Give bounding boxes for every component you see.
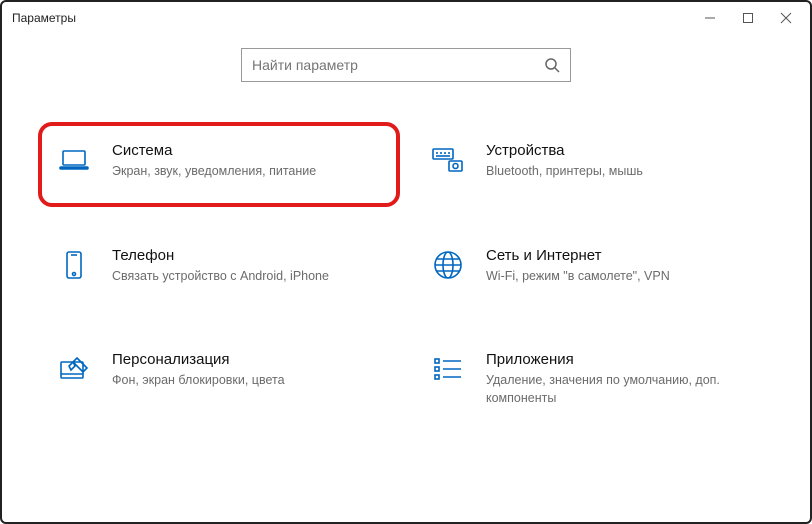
tile-system[interactable]: Система Экран, звук, уведомления, питани… — [38, 122, 400, 207]
tile-title: Система — [112, 142, 382, 159]
tile-phone[interactable]: Телефон Связать устройство с Android, iP… — [42, 237, 396, 296]
tile-desc: Удаление, значения по умолчанию, доп. ко… — [486, 372, 756, 407]
tile-desc: Wi-Fi, режим "в самолете", VPN — [486, 268, 756, 286]
tile-devices[interactable]: Устройства Bluetooth, принтеры, мышь — [416, 132, 770, 191]
window-title: Параметры — [12, 11, 76, 25]
tile-apps[interactable]: Приложения Удаление, значения по умолчан… — [416, 341, 770, 417]
search-icon — [544, 57, 560, 73]
tile-desc: Bluetooth, принтеры, мышь — [486, 163, 756, 181]
window-controls — [702, 10, 800, 26]
search-box[interactable] — [241, 48, 571, 82]
tile-title: Персонализация — [112, 351, 382, 368]
minimize-button[interactable] — [702, 10, 718, 26]
settings-grid: Система Экран, звук, уведомления, питани… — [2, 82, 810, 437]
tile-title: Приложения — [486, 351, 756, 368]
search-input[interactable] — [252, 57, 544, 73]
tile-title: Телефон — [112, 247, 382, 264]
laptop-icon — [56, 142, 92, 178]
close-button[interactable] — [778, 10, 794, 26]
tile-desc: Фон, экран блокировки, цвета — [112, 372, 382, 390]
keyboard-speaker-icon — [430, 142, 466, 178]
paintbrush-icon — [56, 351, 92, 387]
tile-title: Устройства — [486, 142, 756, 159]
globe-icon — [430, 247, 466, 283]
titlebar: Параметры — [2, 2, 810, 34]
tile-network[interactable]: Сеть и Интернет Wi-Fi, режим "в самолете… — [416, 237, 770, 296]
phone-icon — [56, 247, 92, 283]
maximize-button[interactable] — [740, 10, 756, 26]
list-icon — [430, 351, 466, 387]
tile-personalization[interactable]: Персонализация Фон, экран блокировки, цв… — [42, 341, 396, 417]
tile-desc: Связать устройство с Android, iPhone — [112, 268, 382, 286]
tile-desc: Экран, звук, уведомления, питание — [112, 163, 382, 181]
tile-title: Сеть и Интернет — [486, 247, 756, 264]
